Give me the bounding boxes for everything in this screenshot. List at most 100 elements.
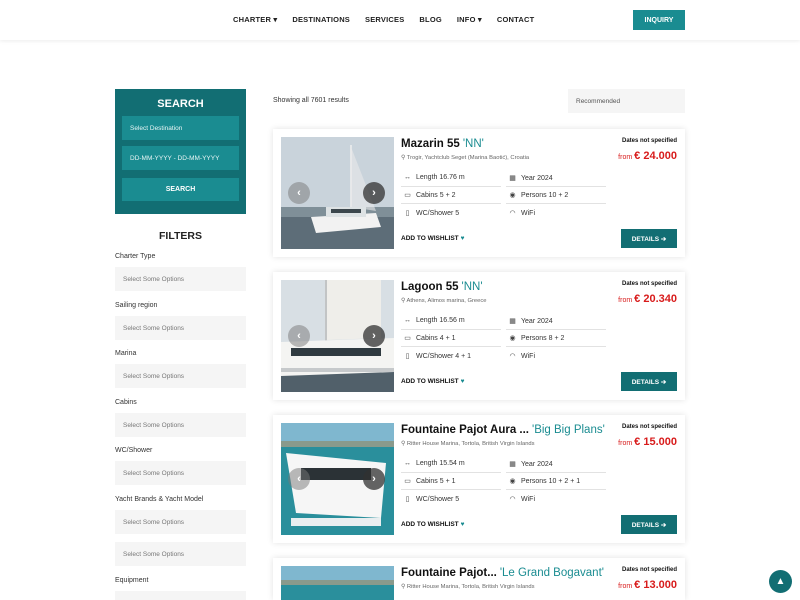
sort-select[interactable]: Recommended [568,89,685,113]
shower-icon: ▯ [405,210,410,217]
filter-select-cabins[interactable]: Select Some Options [115,413,246,437]
divider [506,489,606,490]
image-prev-arrow[interactable]: ‹ [288,468,310,490]
yacht-location-text: Ritter House Marina, Tortola, British Vi… [406,441,535,447]
search-title: SEARCH [157,98,204,110]
length-icon: ↔ [404,317,411,324]
nav-item-info[interactable]: INFO ▾ [457,15,482,24]
filter-select-marina[interactable]: Select Some Options [115,364,246,388]
filter-select-yacht-brand[interactable]: Select Some Options [115,510,246,534]
yacht-location-text: Athens, Alimos marina, Greece [406,298,487,304]
filter-label-charter-type: Charter Type [115,253,156,260]
calendar-icon: ▦ [509,461,516,468]
image-next-arrow[interactable]: › [363,325,385,347]
shower-icon: ▯ [405,496,410,503]
bed-icon: ▭ [404,192,411,199]
divider [506,186,606,187]
price-from: from [618,297,633,304]
yacht-location: ⚲ Ritter House Marina, Tortola, British … [401,584,535,590]
spec-wc: ▯ WC/Shower 5 [403,495,460,504]
wifi-icon: ◠ [509,496,516,503]
spec-year-text: Year 2024 [521,317,553,325]
filters-title: FILTERS [159,230,202,242]
details-button[interactable]: DETAILS ➔ [621,515,677,534]
add-to-wishlist-button[interactable]: ADD TO WISHLIST ♥ [401,521,465,528]
yacht-image[interactable]: ‹ › [281,137,394,249]
yacht-image[interactable] [281,566,394,600]
spec-wifi: ◠ WiFi [508,495,535,504]
add-to-wishlist-button[interactable]: ADD TO WISHLIST ♥ [401,378,465,385]
yacht-nickname: 'NN' [461,281,483,293]
spec-cabins-text: Cabins 4 + 1 [416,334,456,342]
divider [506,329,606,330]
filter-select-yacht-model[interactable]: Select Some Options [115,542,246,566]
spec-cabins: ▭ Cabins 5 + 2 [403,191,455,200]
divider [506,203,606,204]
calendar-icon: ▦ [509,175,516,182]
date-range-input[interactable]: DD-MM-YYYY - DD-MM-YYYY [122,146,239,170]
search-button[interactable]: SEARCH [122,178,239,201]
price-value: € 24.000 [634,150,677,162]
spec-persons: ◉ Persons 8 + 2 [508,334,565,343]
yacht-title[interactable]: Fountaine Pajot... 'Le Grand Bogavant' [401,567,604,579]
price-from: from [618,154,633,161]
nav-item-destinations[interactable]: DESTINATIONS [292,15,350,24]
price-from: from [618,440,633,447]
yacht-location: ⚲ Trogir, Yachtclub Seget (Marina Baotić… [401,155,529,161]
price-value: € 13.000 [634,579,677,591]
nav-item-charter[interactable]: CHARTER ▾ [233,15,277,24]
price-value: € 20.340 [634,293,677,305]
top-navbar: CHARTER ▾ DESTINATIONS SERVICES BLOG INF… [0,0,800,40]
destination-select[interactable]: Select Destination [122,116,239,140]
filter-label-yacht-brand: Yacht Brands & Yacht Model [115,496,204,503]
image-prev-arrow[interactable]: ‹ [288,325,310,347]
filter-label-marina: Marina [115,350,137,357]
filter-label-wc-shower: WC/Shower [115,447,153,454]
spec-persons-text: Persons 10 + 2 [521,191,569,199]
dates-status: Dates not specified [621,567,677,573]
spec-year-text: Year 2024 [521,460,553,468]
spec-wifi-text: WiFi [521,352,535,360]
filter-label-equipment: Equipment [115,577,149,584]
wishlist-label: ADD TO WISHLIST [401,378,459,385]
filter-select-wc-shower[interactable]: Select Some Options [115,461,246,485]
price-from: from [618,583,633,590]
spec-wc: ▯ WC/Shower 5 [403,209,460,218]
nav-item-contact[interactable]: CONTACT [497,15,535,24]
nav-item-blog[interactable]: BLOG [419,15,441,24]
add-to-wishlist-button[interactable]: ADD TO WISHLIST ♥ [401,235,465,242]
details-button[interactable]: DETAILS ➔ [621,372,677,391]
yacht-image[interactable]: ‹ › [281,280,394,392]
yacht-title[interactable]: Mazarin 55 'NN' [401,138,484,150]
price: from € 24.000 [618,150,677,162]
filter-select-equipment[interactable] [115,591,246,600]
dates-status: Dates not specified [621,138,677,144]
heart-icon: ♥ [460,235,465,242]
yacht-nickname: 'NN' [462,138,484,150]
filter-select-sailing-region[interactable]: Select Some Options [115,316,246,340]
length-icon: ↔ [404,174,411,181]
image-prev-arrow[interactable]: ‹ [288,182,310,204]
arrow-up-icon[interactable]: ▲ [769,570,792,593]
yacht-image[interactable]: ‹ › [281,423,394,535]
spec-persons-text: Persons 8 + 2 [521,334,565,342]
yacht-title[interactable]: Fountaine Pajot Aura ... 'Big Big Plans' [401,424,605,436]
divider [401,329,501,330]
inquiry-button[interactable]: INQUIRY [633,10,685,30]
wishlist-label: ADD TO WISHLIST [401,235,459,242]
spec-year-text: Year 2024 [521,174,553,182]
nav-item-services[interactable]: SERVICES [365,15,404,24]
dates-status: Dates not specified [621,424,677,430]
image-next-arrow[interactable]: › [363,468,385,490]
price: from € 13.000 [618,579,677,591]
filter-select-charter-type[interactable]: Select Some Options [115,267,246,291]
person-icon: ◉ [509,335,516,342]
spec-length: ↔ Length 15.54 m [403,460,465,467]
image-next-arrow[interactable]: › [363,182,385,204]
yacht-title[interactable]: Lagoon 55 'NN' [401,281,483,293]
divider [401,186,501,187]
details-button[interactable]: DETAILS ➔ [621,229,677,248]
spec-wc-text: WC/Shower 4 + 1 [416,352,472,360]
divider [401,203,501,204]
spec-year: ▦ Year 2024 [508,317,553,326]
